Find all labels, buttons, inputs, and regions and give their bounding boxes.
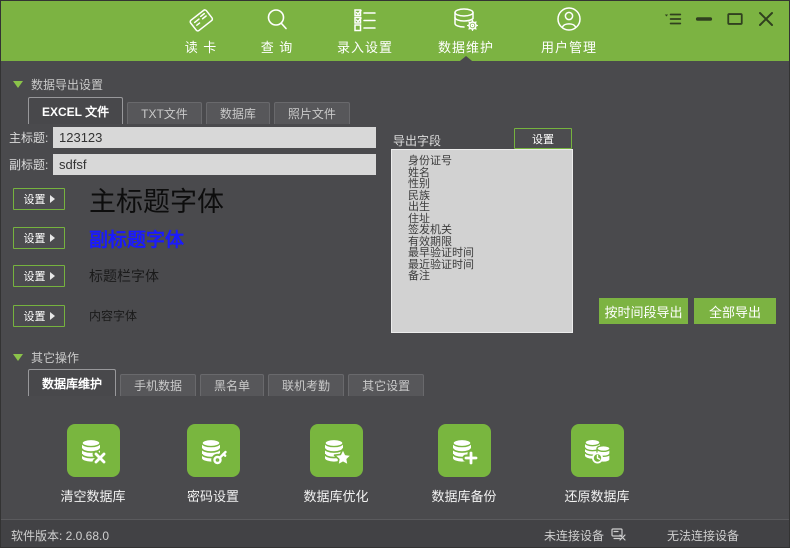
- export-by-time-button[interactable]: 按时间段导出: [599, 298, 688, 324]
- search-icon: [263, 5, 291, 35]
- tab-txt-file[interactable]: TXT文件: [127, 102, 202, 124]
- content-font-settings-button[interactable]: 设置: [13, 305, 65, 327]
- main-nav: 读 卡 查 询: [169, 5, 615, 61]
- tab-excel-file[interactable]: EXCEL 文件: [28, 97, 123, 124]
- optimize-database-tool[interactable]: 数据库优化: [281, 424, 391, 505]
- collapse-triangle-icon: [13, 354, 23, 361]
- export-fields-label: 导出字段: [393, 132, 441, 149]
- content-font-row: 设置 内容字体: [13, 304, 137, 327]
- sub-title-label: 副标题:: [9, 156, 53, 173]
- device-disconnected-icon: [610, 526, 626, 544]
- arrow-right-icon: [50, 272, 55, 280]
- main-title-font-preview: 主标题字体: [89, 180, 224, 219]
- arrow-right-icon: [50, 234, 55, 242]
- status-bar: 软件版本: 2.0.68.0 未连接设备 无法连接设备: [1, 519, 790, 547]
- header-bar-font-preview: 标题栏字体: [89, 266, 159, 286]
- backup-database-tool[interactable]: 数据库备份: [409, 424, 519, 505]
- tab-online-attendance[interactable]: 联机考勤: [268, 374, 344, 396]
- export-all-button[interactable]: 全部导出: [694, 298, 776, 324]
- list-item[interactable]: 最早验证时间: [408, 248, 572, 260]
- nav-label: 数据维护: [438, 37, 494, 56]
- tab-mobile-data[interactable]: 手机数据: [120, 374, 196, 396]
- database-restore-icon: [571, 424, 624, 477]
- sub-title-row: 副标题:: [9, 154, 376, 175]
- clear-database-tool[interactable]: 清空数据库: [38, 424, 148, 505]
- header-bar: 读 卡 查 询: [1, 1, 790, 61]
- nav-item-user-management[interactable]: 用户管理: [523, 5, 615, 61]
- nav-item-read-card[interactable]: 读 卡: [169, 5, 233, 61]
- list-item[interactable]: 最近验证时间: [408, 260, 572, 272]
- sub-title-font-preview: 副标题字体: [89, 225, 184, 252]
- database-password-icon: [187, 424, 240, 477]
- list-item[interactable]: 民族: [408, 191, 572, 203]
- section-title: 其它操作: [31, 349, 79, 366]
- restore-database-tool[interactable]: 还原数据库: [542, 424, 652, 505]
- export-fields-list[interactable]: 身份证号 姓名 性别 民族 出生 住址 签发机关 有效期限 最早验证时间 最近验…: [391, 149, 573, 333]
- window-controls: [664, 10, 775, 28]
- app-window: 读 卡 查 询: [0, 0, 790, 548]
- tool-label: 数据库优化: [303, 486, 368, 505]
- database-optimize-icon: [310, 424, 363, 477]
- nav-item-entry-settings[interactable]: 录入设置: [321, 5, 409, 61]
- header-bar-font-row: 设置 标题栏字体: [13, 264, 159, 287]
- tab-blacklist[interactable]: 黑名单: [200, 374, 264, 396]
- nav-label: 录入设置: [337, 37, 393, 56]
- user-management-icon: [555, 5, 583, 35]
- maximize-icon[interactable]: [726, 10, 744, 28]
- tool-label: 密码设置: [187, 486, 239, 505]
- database-backup-icon: [438, 424, 491, 477]
- main-title-input[interactable]: [53, 127, 376, 148]
- sub-title-font-settings-button[interactable]: 设置: [13, 227, 65, 249]
- software-version-text: 软件版本: 2.0.68.0: [11, 527, 109, 544]
- list-item[interactable]: 出生: [408, 202, 572, 214]
- connection-status-text: 无法连接设备: [667, 527, 739, 544]
- list-item[interactable]: 性别: [408, 179, 572, 191]
- section-title: 数据导出设置: [31, 76, 103, 93]
- tab-database-maintenance[interactable]: 数据库维护: [28, 369, 116, 396]
- arrow-right-icon: [50, 195, 55, 203]
- collapse-triangle-icon: [13, 81, 23, 88]
- nav-label: 查 询: [261, 37, 294, 56]
- tab-database[interactable]: 数据库: [206, 102, 270, 124]
- device-status: 未连接设备: [544, 526, 626, 544]
- tool-label: 数据库备份: [431, 486, 496, 505]
- header-bar-font-settings-button[interactable]: 设置: [13, 265, 65, 287]
- export-fields-settings-button[interactable]: 设置: [514, 128, 572, 149]
- list-item[interactable]: 身份证号: [408, 156, 572, 168]
- menu-icon[interactable]: [664, 10, 682, 28]
- nav-label: 读 卡: [185, 37, 218, 56]
- main-title-label: 主标题:: [9, 129, 53, 146]
- content-font-preview: 内容字体: [89, 307, 137, 324]
- list-item[interactable]: 签发机关: [408, 225, 572, 237]
- other-section-header[interactable]: 其它操作: [13, 349, 79, 366]
- card-reader-icon: [187, 5, 215, 35]
- export-tabstrip: EXCEL 文件 TXT文件 数据库 照片文件: [28, 97, 354, 124]
- nav-label: 用户管理: [541, 37, 597, 56]
- entry-settings-icon: [351, 5, 379, 35]
- list-item[interactable]: 姓名: [408, 168, 572, 180]
- nav-item-query[interactable]: 查 询: [245, 5, 309, 61]
- export-section-header[interactable]: 数据导出设置: [13, 76, 103, 93]
- arrow-right-icon: [50, 312, 55, 320]
- list-item[interactable]: 备注: [408, 271, 572, 283]
- tool-label: 清空数据库: [60, 486, 125, 505]
- main-title-font-row: 设置 主标题字体: [13, 183, 224, 215]
- tab-photo-file[interactable]: 照片文件: [274, 102, 350, 124]
- main-title-font-settings-button[interactable]: 设置: [13, 188, 65, 210]
- main-title-row: 主标题:: [9, 127, 376, 148]
- database-clear-icon: [67, 424, 120, 477]
- tab-other-settings[interactable]: 其它设置: [348, 374, 424, 396]
- sub-title-input[interactable]: [53, 154, 376, 175]
- database-maintenance-icon: [451, 5, 481, 35]
- minimize-icon[interactable]: [695, 10, 713, 28]
- nav-item-data-maintenance[interactable]: 数据维护: [421, 5, 511, 61]
- other-tabstrip: 数据库维护 手机数据 黑名单 联机考勤 其它设置: [28, 369, 428, 396]
- device-status-text: 未连接设备: [544, 527, 604, 544]
- password-settings-tool[interactable]: 密码设置: [158, 424, 268, 505]
- tool-label: 还原数据库: [564, 486, 629, 505]
- close-icon[interactable]: [757, 10, 775, 28]
- sub-title-font-row: 设置 副标题字体: [13, 225, 184, 251]
